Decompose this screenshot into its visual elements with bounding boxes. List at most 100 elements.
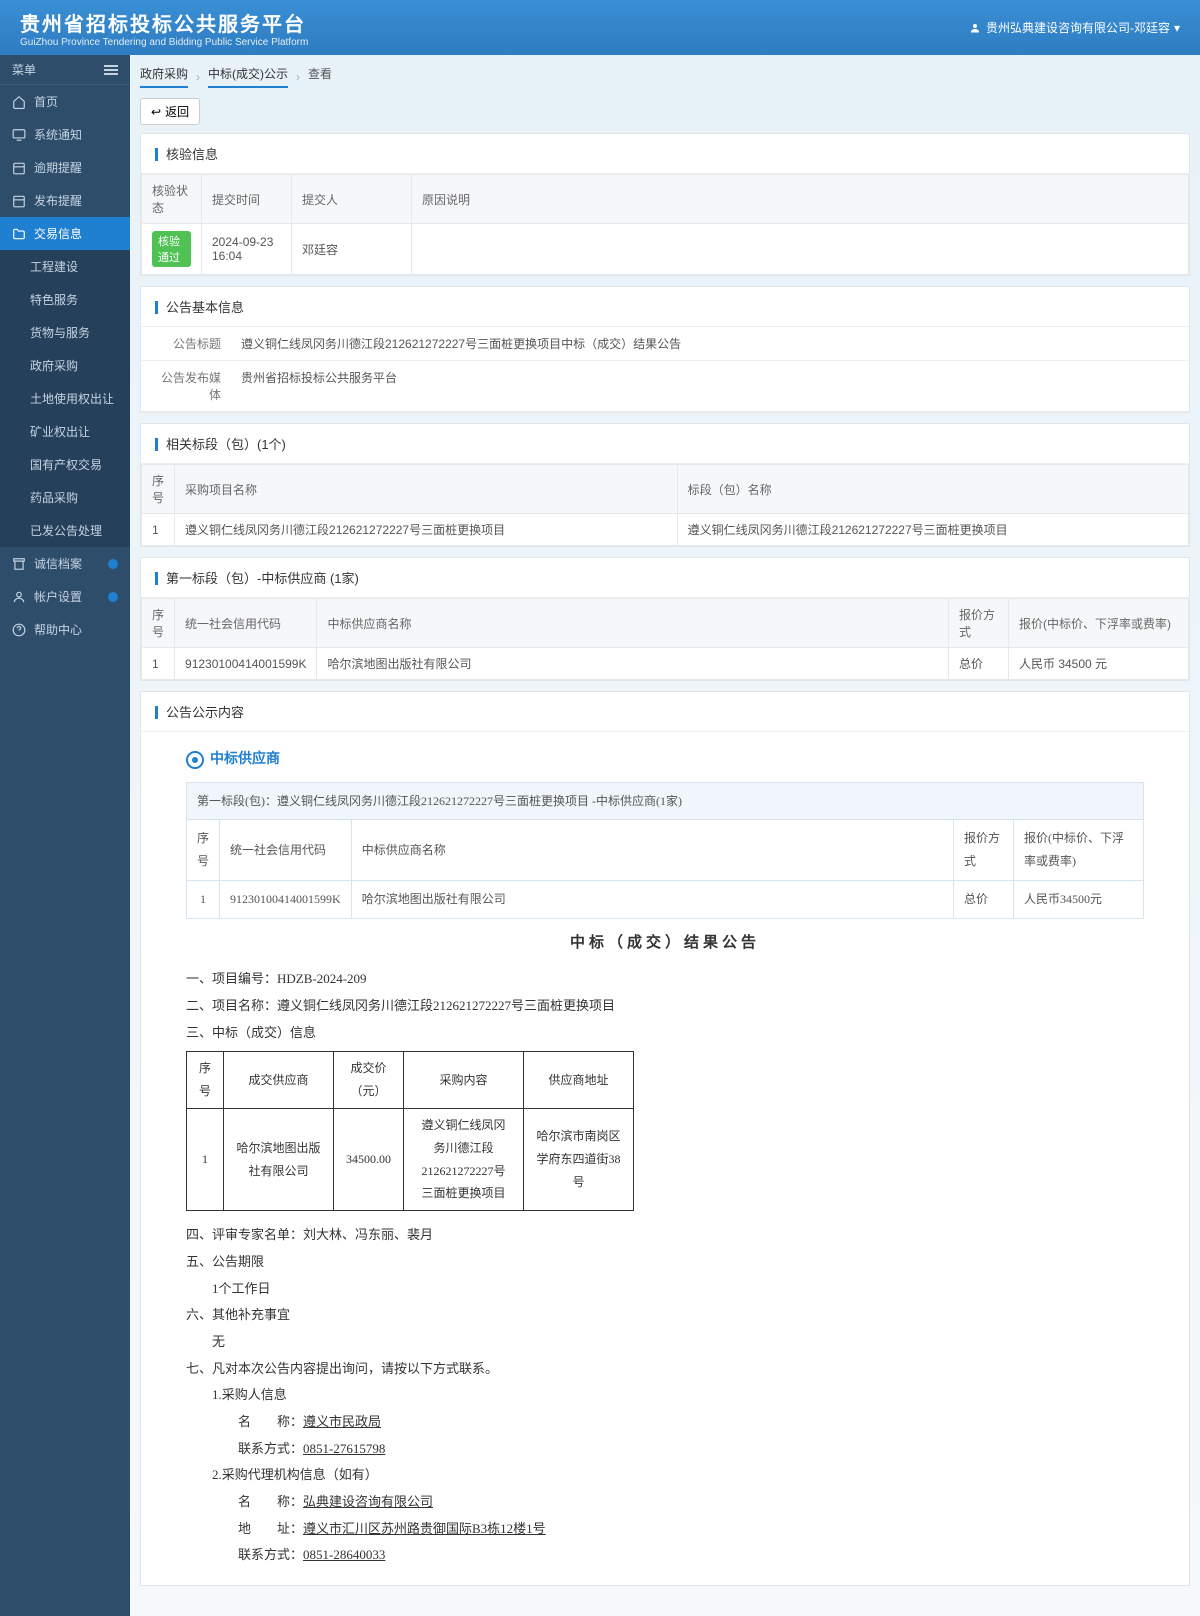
- user-icon: [12, 590, 26, 604]
- th: 标段（包）名称: [677, 465, 1188, 514]
- sidebar-item-3[interactable]: 发布提醒: [0, 184, 130, 217]
- th-reason: 原因说明: [412, 175, 1189, 224]
- line-project-name: 二、项目名称：遵义铜仁线凤冈务川德江段212621272227号三面桩更换项目: [186, 994, 1144, 1019]
- td: 遵义铜仁线凤冈务川德江段212621272227号三面桩更换项目: [677, 514, 1188, 546]
- calendar-icon: [12, 194, 26, 208]
- panel-title: 第一标段（包）-中标供应商 (1家): [141, 558, 1189, 598]
- sidebar-item-label: 交易信息: [34, 225, 82, 242]
- help-icon: [12, 623, 26, 637]
- sidebar-sub-item-1[interactable]: 特色服务: [0, 283, 130, 316]
- td-status: 核验通过: [142, 224, 202, 275]
- crumb-0[interactable]: 政府采购: [140, 65, 188, 88]
- sidebar-sub-item-8[interactable]: 已发公告处理: [0, 514, 130, 547]
- sidebar-sub-label: 政府采购: [30, 357, 78, 374]
- crumb-2[interactable]: 查看: [308, 65, 332, 88]
- deal-table: 序号 成交供应商 成交价（元） 采购内容 供应商地址 1 哈尔滨地图出版社有限公…: [186, 1051, 634, 1211]
- sidebar-item-2[interactable]: 逾期提醒: [0, 151, 130, 184]
- sidebar-sub-item-2[interactable]: 货物与服务: [0, 316, 130, 349]
- form-value: 贵州省招标投标公共服务平台: [231, 361, 1189, 411]
- line-agency-name: 名 称：弘典建设咨询有限公司: [186, 1490, 1144, 1515]
- sidebar-item-label: 系统通知: [34, 126, 82, 143]
- table-row: 1 91230100414001599K 哈尔滨地图出版社有限公司 总价 人民币…: [142, 648, 1189, 680]
- sidebar-item-1[interactable]: 系统通知: [0, 118, 130, 151]
- panel-basic-info: 公告基本信息 公告标题 遵义铜仁线凤冈务川德江段212621272227号三面桩…: [140, 286, 1190, 413]
- panel-check-info: 核验信息 核验状态 提交时间 提交人 原因说明 核验通过 2024-09-23 …: [140, 133, 1190, 276]
- sidebar-item-5[interactable]: 诚信档案: [0, 547, 130, 580]
- sidebar-item-7[interactable]: 帮助中心: [0, 613, 130, 646]
- app-subtitle: GuiZhou Province Tendering and Bidding P…: [20, 37, 308, 48]
- sidebar-sub-label: 国有产权交易: [30, 456, 102, 473]
- reply-icon: ↩: [151, 105, 161, 119]
- line-agency-contact: 联系方式：0851-28640033: [186, 1543, 1144, 1568]
- th: 采购内容: [404, 1052, 524, 1109]
- td: 91230100414001599K: [175, 648, 317, 680]
- sidebar-sub-item-5[interactable]: 矿业权出让: [0, 415, 130, 448]
- th: 报价方式: [954, 820, 1014, 881]
- th: 供应商地址: [524, 1052, 634, 1109]
- th: 报价方式: [949, 599, 1009, 648]
- td-time: 2024-09-23 16:04: [202, 224, 292, 275]
- th: 采购项目名称: [175, 465, 678, 514]
- back-button[interactable]: ↩ 返回: [140, 98, 200, 125]
- user-icon: [968, 21, 982, 35]
- th: 报价(中标价、下浮率或费率): [1014, 820, 1144, 881]
- home-icon: [12, 95, 26, 109]
- td-reason: [412, 224, 1189, 275]
- th: 成交价（元）: [334, 1052, 404, 1109]
- panel-supplier: 第一标段（包）-中标供应商 (1家) 序号 统一社会信用代码 中标供应商名称 报…: [140, 557, 1190, 681]
- user-info[interactable]: 贵州弘典建设咨询有限公司-邓廷容 ▾: [968, 19, 1180, 36]
- related-lot-table: 序号 采购项目名称 标段（包）名称 1 遵义铜仁线凤冈务川德江段21262127…: [141, 464, 1189, 546]
- back-label: 返回: [165, 103, 189, 120]
- th-status: 核验状态: [142, 175, 202, 224]
- td: 34500.00: [334, 1108, 404, 1210]
- panel-title: 公告基本信息: [141, 287, 1189, 327]
- th: 报价(中标价、下浮率或费率): [1009, 599, 1189, 648]
- td: 遵义铜仁线凤冈务川德江段212621272227号三面桩更换项目: [175, 514, 678, 546]
- th: 统一社会信用代码: [175, 599, 317, 648]
- line-buyer-contact: 联系方式：0851-27615798: [186, 1437, 1144, 1462]
- td-person: 邓廷容: [292, 224, 412, 275]
- sidebar-sub-label: 土地使用权出让: [30, 390, 114, 407]
- sidebar-sub-item-7[interactable]: 药品采购: [0, 481, 130, 514]
- line-buyer-info: 1.采购人信息: [186, 1383, 1144, 1408]
- sidebar-item-0[interactable]: 首页: [0, 85, 130, 118]
- table-row: 核验通过 2024-09-23 16:04 邓廷容: [142, 224, 1189, 275]
- th: 序号: [142, 465, 175, 514]
- sidebar-item-6[interactable]: 帐户设置: [0, 580, 130, 613]
- panel-related-lot: 相关标段（包）(1个) 序号 采购项目名称 标段（包）名称 1 遵义铜仁线凤冈务…: [140, 423, 1190, 547]
- td: 哈尔滨地图出版社有限公司: [351, 880, 953, 918]
- td: 哈尔滨地图出版社有限公司: [224, 1108, 334, 1210]
- sidebar-item-4[interactable]: 交易信息: [0, 217, 130, 250]
- badge-dot: [108, 592, 118, 602]
- result-title: 中标（成交）结果公告: [186, 929, 1144, 958]
- check-info-table: 核验状态 提交时间 提交人 原因说明 核验通过 2024-09-23 16:04…: [141, 174, 1189, 275]
- sidebar-sub-item-6[interactable]: 国有产权交易: [0, 448, 130, 481]
- sidebar-item-label: 逾期提醒: [34, 159, 82, 176]
- supplier-table: 序号 统一社会信用代码 中标供应商名称 报价方式 报价(中标价、下浮率或费率) …: [141, 598, 1189, 680]
- line-buyer-name: 名 称：遵义市民政局: [186, 1410, 1144, 1435]
- status-badge: 核验通过: [152, 231, 191, 267]
- form-value: 遵义铜仁线凤冈务川德江段212621272227号三面桩更换项目中标（成交）结果…: [231, 327, 1189, 360]
- panel-title: 公告公示内容: [141, 692, 1189, 732]
- form-label: 公告标题: [141, 327, 231, 360]
- line-agency-info: 2.采购代理机构信息（如有）: [186, 1463, 1144, 1488]
- sidebar-sub-item-3[interactable]: 政府采购: [0, 349, 130, 382]
- line-project-no: 一、项目编号：HDZB-2024-209: [186, 967, 1144, 992]
- th: 序号: [187, 1052, 224, 1109]
- sidebar-sub-label: 已发公告处理: [30, 522, 102, 539]
- sidebar-item-label: 发布提醒: [34, 192, 82, 209]
- sidebar-sub-item-4[interactable]: 土地使用权出让: [0, 382, 130, 415]
- main-content: 政府采购 › 中标(成交)公示 › 查看 ↩ 返回 核验信息 核验状态 提交时间…: [130, 55, 1200, 1616]
- target-icon: [186, 751, 204, 769]
- hamburger-icon[interactable]: [104, 63, 118, 77]
- sidebar-sub-label: 矿业权出让: [30, 423, 90, 440]
- sidebar-item-label: 首页: [34, 93, 58, 110]
- line-deal-info: 三、中标（成交）信息: [186, 1021, 1144, 1046]
- td: 人民币34500元: [1014, 880, 1144, 918]
- sidebar-sub-item-0[interactable]: 工程建设: [0, 250, 130, 283]
- th-time: 提交时间: [202, 175, 292, 224]
- folder-icon: [12, 227, 26, 241]
- sidebar: 菜单 首页系统通知逾期提醒发布提醒交易信息工程建设特色服务货物与服务政府采购土地…: [0, 55, 130, 1616]
- crumb-1[interactable]: 中标(成交)公示: [208, 65, 288, 88]
- line-period: 五、公告期限: [186, 1250, 1144, 1275]
